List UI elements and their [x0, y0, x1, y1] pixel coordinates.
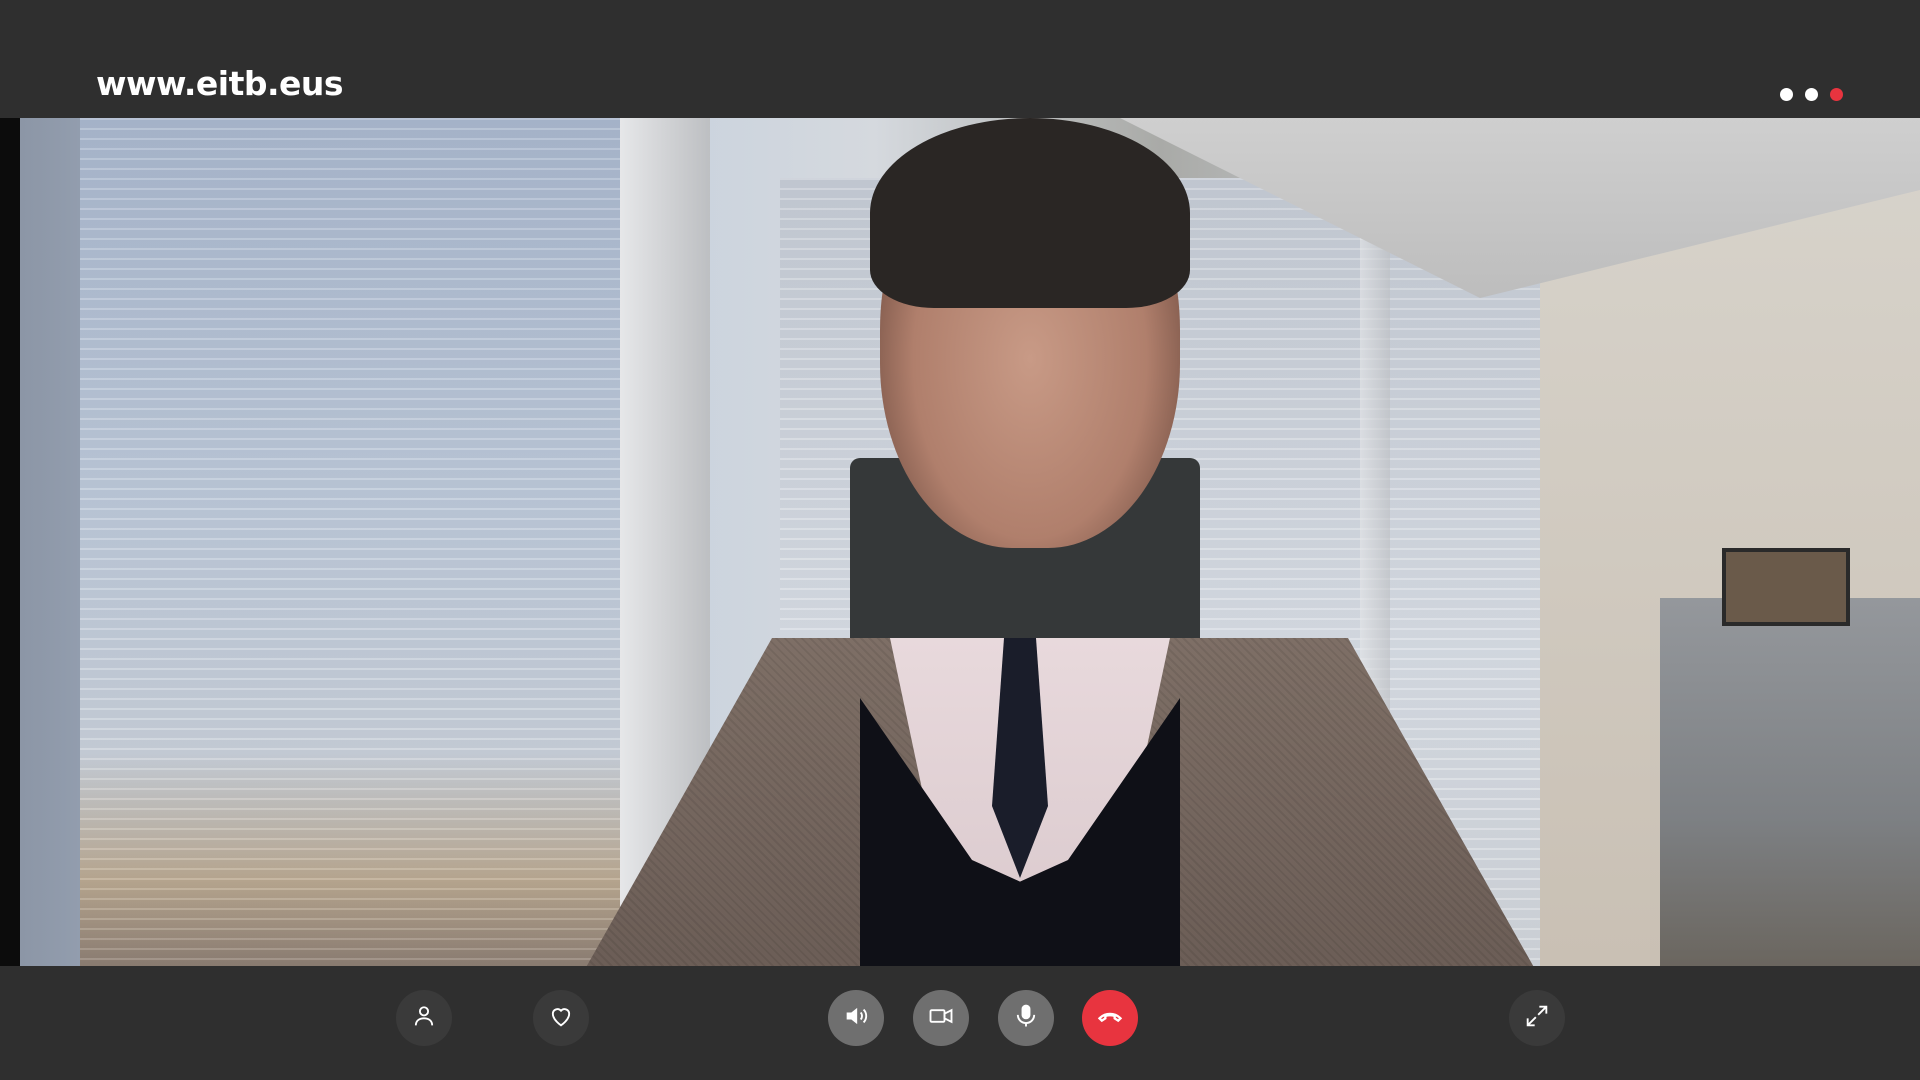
status-dot-active	[1830, 88, 1843, 101]
status-dot	[1780, 88, 1793, 101]
app-window: www.eitb.eus	[0, 0, 1920, 1080]
top-bar: www.eitb.eus	[0, 0, 1920, 118]
microphone-button[interactable]	[998, 990, 1054, 1046]
person-hair	[870, 118, 1190, 308]
speaker-icon	[842, 1002, 870, 1034]
fullscreen-button[interactable]	[1509, 990, 1565, 1046]
microphone-icon	[1012, 1002, 1040, 1034]
video-feed	[20, 118, 1920, 966]
hangup-button[interactable]	[1082, 990, 1138, 1046]
status-dots	[1780, 88, 1843, 101]
hangup-icon	[1096, 1002, 1124, 1034]
brand-url: www.eitb.eus	[96, 64, 344, 103]
profile-button[interactable]	[396, 990, 452, 1046]
video-left-edge	[0, 118, 20, 966]
profile-icon	[410, 1002, 438, 1034]
camera-icon	[927, 1002, 955, 1034]
heart-icon	[547, 1002, 575, 1034]
status-dot	[1805, 88, 1818, 101]
window-blinds-left	[80, 118, 640, 966]
fullscreen-icon	[1523, 1002, 1551, 1034]
like-button[interactable]	[533, 990, 589, 1046]
camera-button[interactable]	[913, 990, 969, 1046]
speaker-button[interactable]	[828, 990, 884, 1046]
glass-cabinet	[1660, 598, 1920, 966]
photo-frame	[1722, 548, 1850, 626]
